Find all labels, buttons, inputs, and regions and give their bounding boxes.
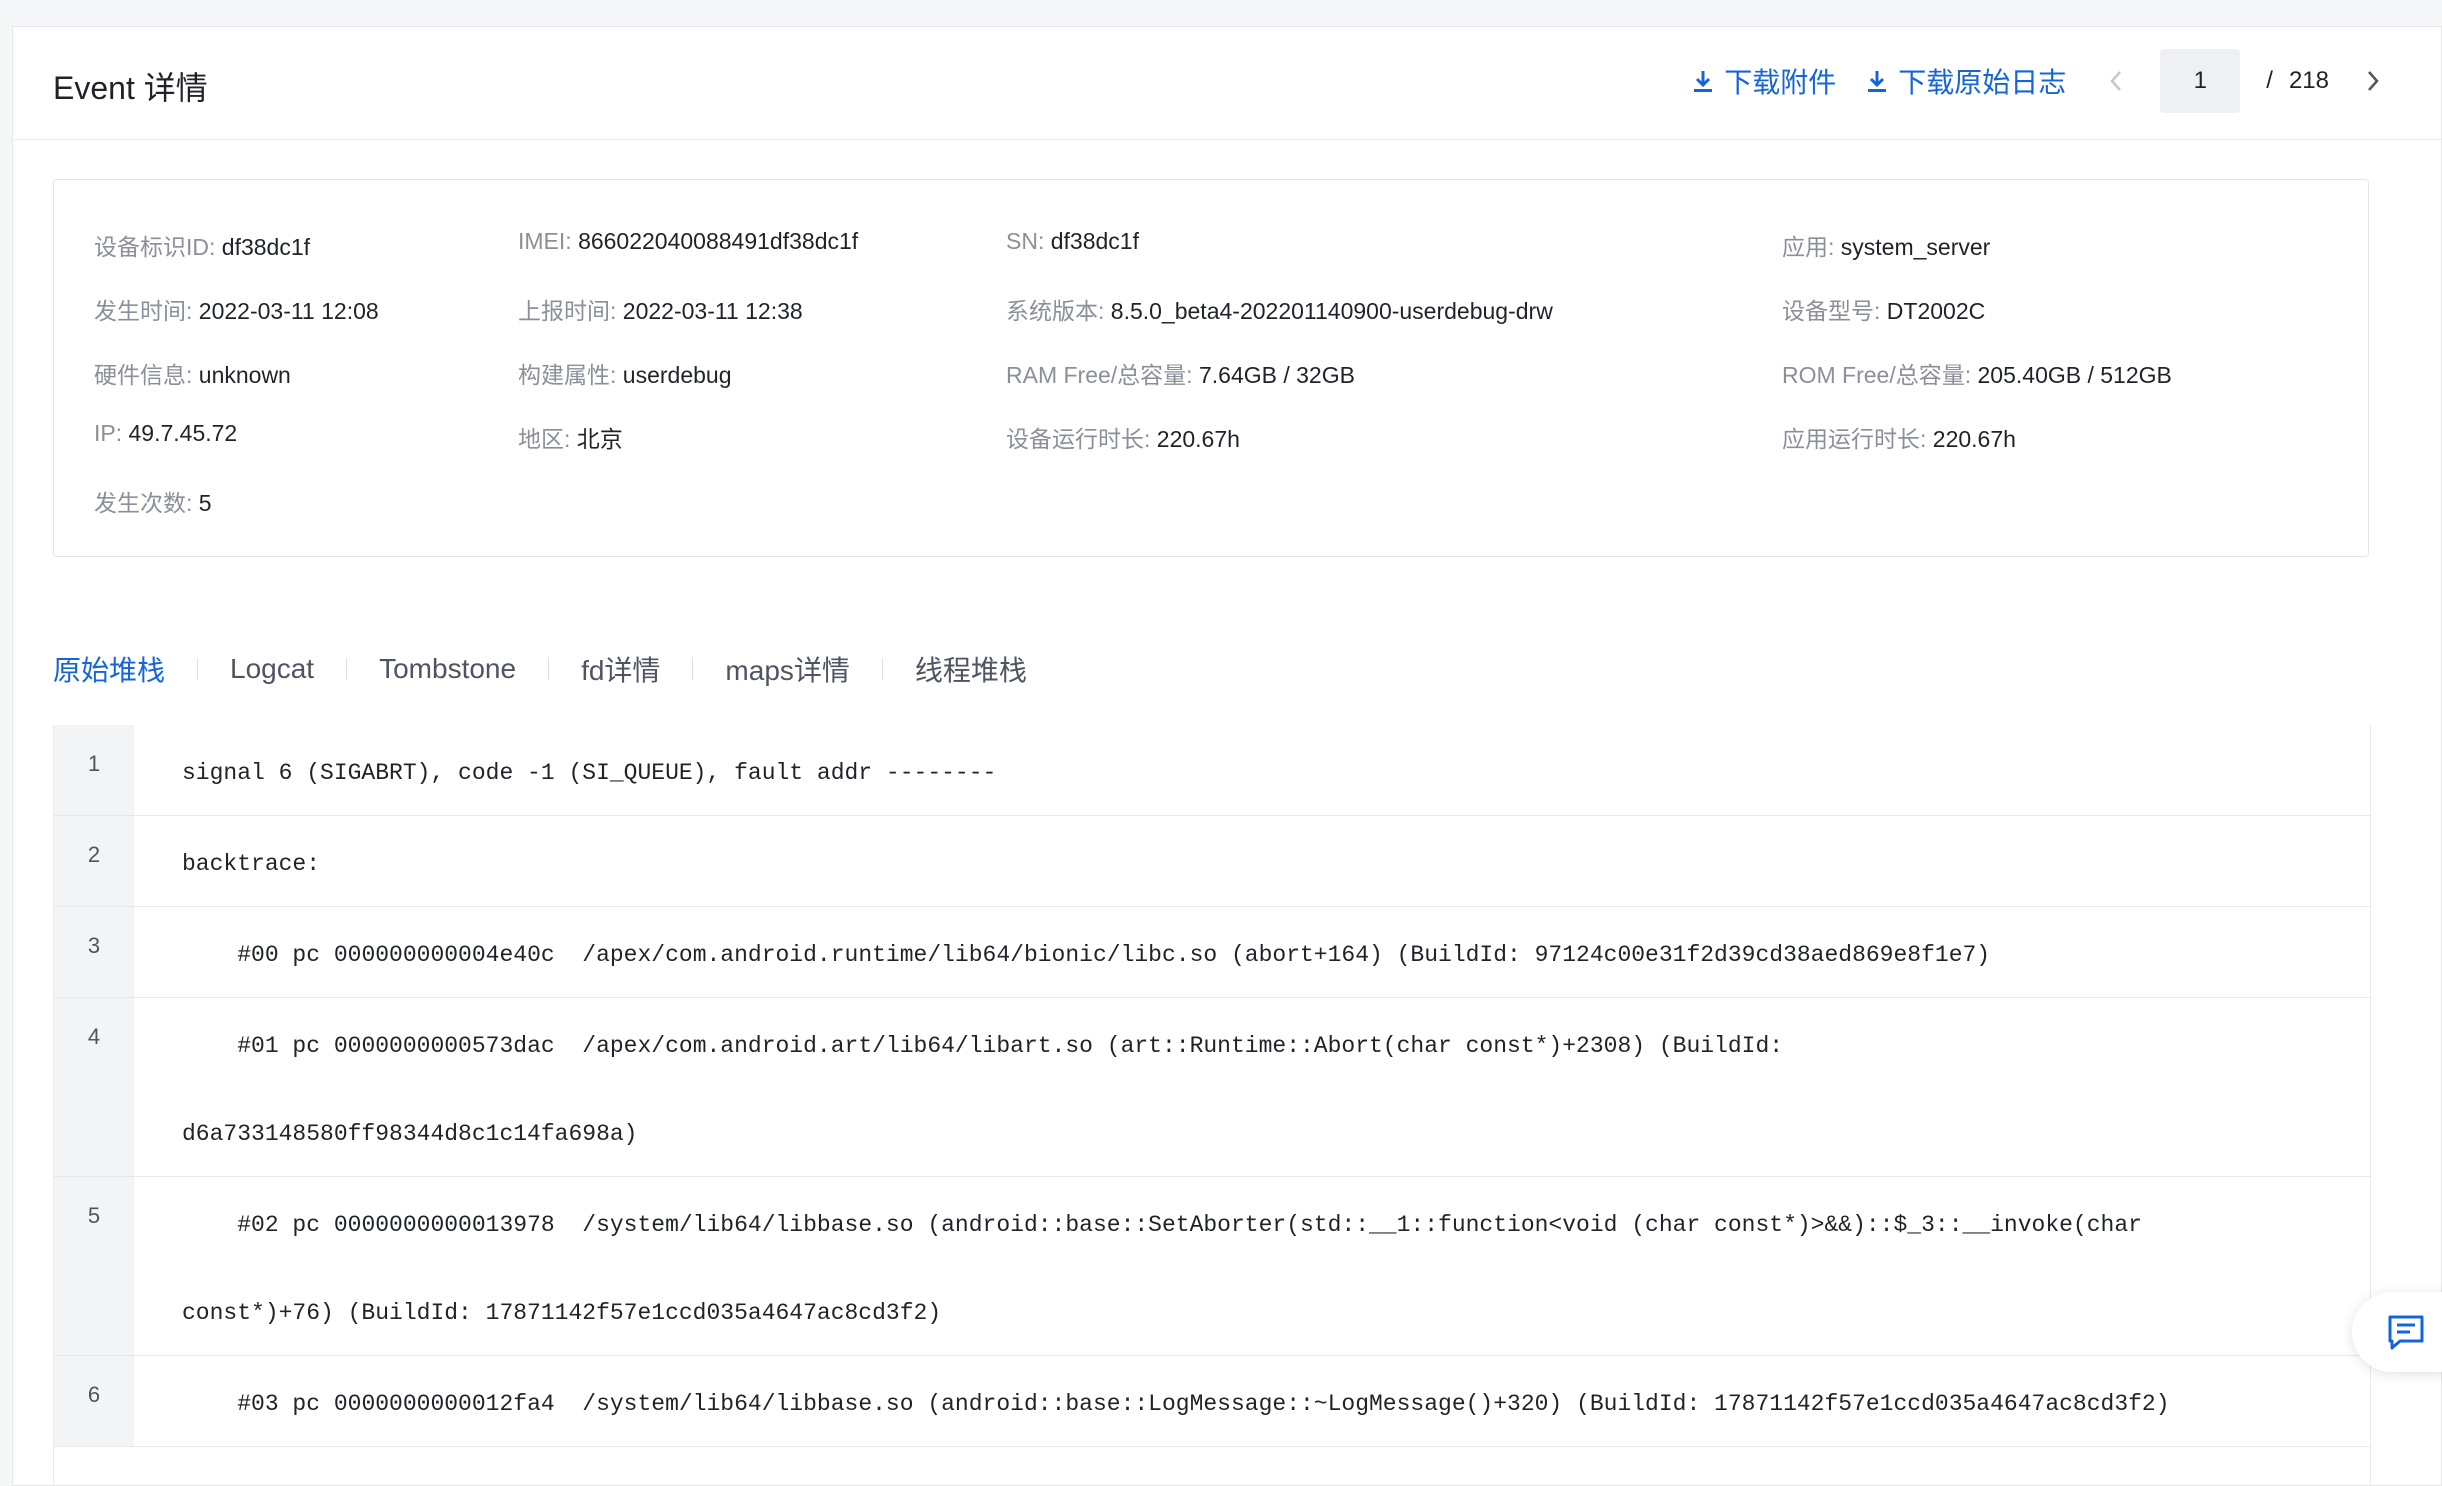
info-ip: IP: 49.7.45.72 bbox=[94, 420, 238, 446]
info-hardware: 硬件信息: unknown bbox=[94, 362, 291, 388]
info-system-version: 系统版本: 8.5.0_beta4-202201140900-userdebug… bbox=[1006, 298, 1553, 324]
chat-feedback-icon bbox=[2388, 1315, 2424, 1350]
code-row: 6 #03 pc 0000000000012fa4 /system/lib64/… bbox=[54, 1356, 2370, 1447]
header-actions: 下载附件 下载原始日志 1 / 218 bbox=[1692, 49, 2441, 113]
pager-total: 218 bbox=[2288, 67, 2329, 94]
event-detail-card: Event 详情 下载附件 下载原始日志 1 / 218 设备标识ID: df3… bbox=[12, 26, 2442, 1486]
info-occur-time: 发生时间: 2022-03-11 12:08 bbox=[94, 298, 379, 324]
tab-tombstone[interactable]: Tombstone bbox=[379, 653, 516, 685]
tab-divider bbox=[548, 658, 550, 680]
info-device-uptime: 设备运行时长: 220.67h bbox=[1006, 426, 1240, 452]
line-number: 6 bbox=[54, 1356, 134, 1446]
tab-maps-detail[interactable]: maps详情 bbox=[725, 649, 849, 689]
feedback-button[interactable] bbox=[2352, 1292, 2442, 1372]
info-imei: IMEI: 866022040088491df38dc1f bbox=[518, 228, 859, 254]
info-occur-count: 发生次数: 5 bbox=[94, 490, 212, 516]
line-number: 4 bbox=[54, 998, 134, 1176]
tab-divider bbox=[881, 658, 883, 680]
chevron-left-icon bbox=[2110, 71, 2122, 91]
detail-tabs: 原始堆栈 Logcat Tombstone fd详情 maps详情 线程堆栈 bbox=[53, 647, 1027, 691]
line-number: 3 bbox=[54, 907, 134, 997]
code-line-text: #03 pc 0000000000012fa4 /system/lib64/li… bbox=[182, 1391, 2170, 1417]
info-region: 地区: 北京 bbox=[518, 426, 623, 452]
tab-fd-detail[interactable]: fd详情 bbox=[581, 649, 660, 689]
info-ram: RAM Free/总容量: 7.64GB / 32GB bbox=[1006, 362, 1355, 388]
stack-trace-viewer[interactable]: 1 signal 6 (SIGABRT), code -1 (SI_QUEUE)… bbox=[53, 725, 2371, 1485]
pager-prev-button[interactable] bbox=[2096, 61, 2136, 101]
info-app-uptime: 应用运行时长: 220.67h bbox=[1782, 426, 2016, 452]
info-rom: ROM Free/总容量: 205.40GB / 512GB bbox=[1782, 362, 2172, 388]
info-device-id: 设备标识ID: df38dc1f bbox=[94, 234, 311, 260]
line-number: 5 bbox=[54, 1177, 134, 1355]
line-number: 2 bbox=[54, 816, 134, 906]
line-number: 1 bbox=[54, 725, 134, 815]
info-device-model: 设备型号: DT2002C bbox=[1782, 298, 1986, 324]
info-report-time: 上报时间: 2022-03-11 12:38 bbox=[518, 298, 803, 324]
header: Event 详情 下载附件 下载原始日志 1 / 218 bbox=[13, 27, 2441, 140]
tab-thread-stack[interactable]: 线程堆栈 bbox=[915, 649, 1027, 689]
tab-logcat[interactable]: Logcat bbox=[230, 653, 314, 685]
download-attachment-label: 下载附件 bbox=[1724, 67, 1837, 98]
pager-separator: / bbox=[2266, 67, 2273, 94]
download-icon bbox=[1694, 71, 1713, 92]
info-sn: SN: df38dc1f bbox=[1006, 228, 1139, 254]
download-icon bbox=[1868, 71, 1887, 92]
tab-raw-stack[interactable]: 原始堆栈 bbox=[53, 649, 165, 689]
pager-next-button[interactable] bbox=[2353, 61, 2393, 101]
download-attachment-button[interactable]: 下载附件 bbox=[1692, 61, 1836, 101]
download-log-button[interactable]: 下载原始日志 bbox=[1866, 61, 2066, 101]
info-build-type: 构建属性: userdebug bbox=[518, 362, 732, 388]
download-log-label: 下载原始日志 bbox=[1898, 67, 2067, 98]
chevron-right-icon bbox=[2368, 71, 2379, 91]
tab-divider bbox=[692, 658, 694, 680]
tab-divider bbox=[346, 658, 348, 680]
device-info-panel: 设备标识ID: df38dc1f IMEI: 866022040088491df… bbox=[53, 179, 2369, 557]
page-title: Event 详情 bbox=[53, 70, 208, 106]
pager-current-input[interactable]: 1 bbox=[2160, 49, 2241, 113]
tab-divider bbox=[197, 658, 199, 680]
info-app: 应用: system_server bbox=[1782, 234, 1991, 260]
